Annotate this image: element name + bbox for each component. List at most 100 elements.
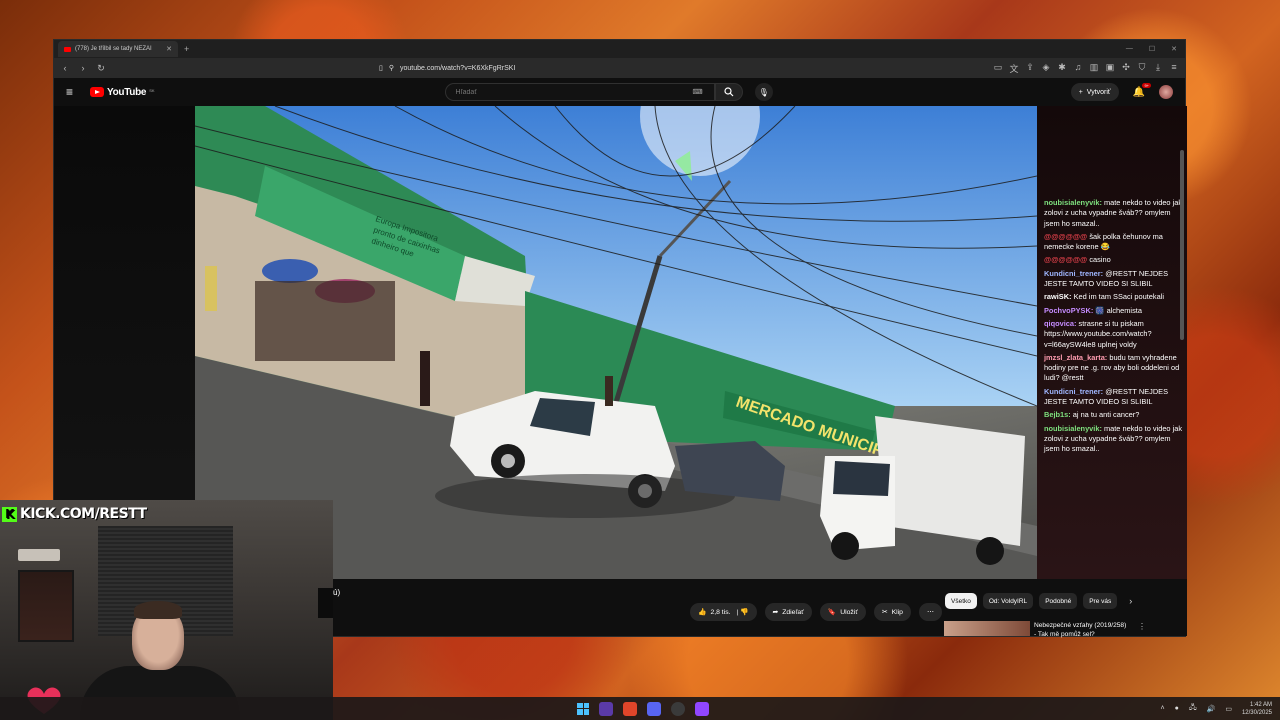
chat-username[interactable]: rawiSK:: [1044, 292, 1072, 301]
taskbar-apps: [577, 701, 709, 716]
chat-messages: noubisialenyvik: mate nekdo to video jak…: [1044, 198, 1184, 458]
bell-icon: 🔔: [1132, 86, 1145, 98]
notifications-button[interactable]: 🔔 9+: [1132, 82, 1151, 98]
voice-search-button[interactable]: 🎙: [754, 83, 773, 101]
kick-channel-tag: K KICK.COM/RESTT: [2, 506, 147, 522]
youtube-play-icon: [90, 87, 104, 97]
share-page-icon[interactable]: ⇪: [1025, 62, 1035, 75]
save-label: Uložiť: [840, 608, 858, 616]
chip-from-channel[interactable]: Od: VoldyIRL: [982, 593, 1034, 609]
wallet-icon[interactable]: ▣: [1105, 62, 1115, 75]
vpn-icon[interactable]: ⛉: [1137, 62, 1147, 75]
chat-text: 🎆 alchemista: [1095, 305, 1142, 315]
chat-username[interactable]: PochvoPYSK:: [1044, 306, 1093, 315]
browser-toolbar: ‹ › ↻ ▯ ⚲ youtube.com/watch?v=K6XkFgRrSK…: [54, 58, 1185, 78]
toolbar-extensions: ▭ 文 ⇪ ◈ ✱ ♫ ▥ ▣ ✣ ⛉ ⤓ ≡: [993, 62, 1179, 75]
chat-username[interactable]: noubisialenyvik:: [1044, 424, 1102, 433]
microphone-icon: 🎙: [758, 87, 769, 97]
close-window-icon[interactable]: ✕: [1171, 45, 1177, 53]
system-tray: ˄ ● 🖧 🔊 ▭ 1:42 AM 12/30/2025: [1160, 701, 1272, 717]
twitch-icon[interactable]: [695, 701, 709, 716]
scrollbar-thumb[interactable]: [1180, 150, 1184, 340]
chevron-right-icon[interactable]: ›: [1129, 596, 1132, 606]
recommendation-menu-icon[interactable]: ⋮: [1138, 622, 1146, 631]
media-icon[interactable]: ♫: [1073, 62, 1083, 75]
chat-username[interactable]: @@@@@@: [1044, 255, 1087, 264]
site-info-icon[interactable]: ⚲: [389, 64, 394, 72]
volume-icon[interactable]: 🔊: [1207, 705, 1216, 713]
save-button[interactable]: 🔖 Uložiť: [819, 603, 866, 621]
notification-badge: 9+: [1142, 82, 1151, 88]
address-bar[interactable]: ▯ ⚲ youtube.com/watch?v=K6XkFgRrSKI: [379, 61, 859, 75]
obs-icon[interactable]: [671, 701, 685, 716]
search-button[interactable]: [714, 83, 743, 101]
windows-start-icon[interactable]: [577, 702, 589, 715]
window-controls: — ☐ ✕: [1126, 45, 1185, 53]
minimize-icon[interactable]: —: [1126, 45, 1133, 53]
chat-message: @@@@@@ šak polka čehunov ma nemecke kore…: [1044, 232, 1184, 253]
brave-browser-icon[interactable]: [623, 701, 637, 716]
scissors-icon: ✂: [881, 609, 888, 616]
forward-icon[interactable]: ›: [78, 63, 88, 73]
new-tab-icon[interactable]: +: [184, 44, 189, 54]
clock-date: 12/30/2025: [1241, 709, 1272, 716]
chat-username[interactable]: Bejb1s:: [1044, 410, 1071, 419]
close-tab-icon[interactable]: ✕: [166, 45, 172, 53]
chat-message: noubisialenyvik: mate nekdo to video jak…: [1044, 424, 1184, 455]
chat-message: noubisialenyvik: mate nekdo to video jak…: [1044, 198, 1184, 229]
chat-username[interactable]: Kundicni_trener:: [1044, 387, 1103, 396]
browser-menu-icon[interactable]: ≡: [1169, 62, 1179, 75]
create-button[interactable]: + Vytvoriť: [1070, 83, 1119, 101]
extension-icon[interactable]: ✱: [1057, 62, 1067, 75]
like-button[interactable]: 👍 2,8 tis. | 👎: [690, 603, 757, 621]
chat-username[interactable]: @@@@@@: [1044, 232, 1087, 241]
sidebar-icon[interactable]: ▥: [1089, 62, 1099, 75]
taskbar-app-icon[interactable]: [599, 701, 613, 716]
chat-username[interactable]: Kundicni_trener:: [1044, 269, 1103, 278]
clip-button[interactable]: ✂ Klip: [873, 603, 911, 621]
windows-taskbar: ˄ ● 🖧 🔊 ▭ 1:42 AM 12/30/2025: [0, 697, 1280, 720]
action-buttons: 👍 2,8 tis. | 👎 ➦ Zdieľať 🔖 Uložiť ✂ Klip: [690, 603, 942, 621]
puzzle-icon[interactable]: ✣: [1121, 62, 1131, 75]
hamburger-menu-icon[interactable]: ≡: [66, 85, 80, 99]
discord-icon[interactable]: [647, 701, 661, 716]
shield-icon[interactable]: ◈: [1041, 62, 1051, 75]
recommendation-title[interactable]: Nebezpečné vzťahy (2019/258) - Tak mě po…: [1034, 621, 1154, 639]
reload-icon[interactable]: ↻: [96, 63, 106, 74]
search-icon: [724, 87, 734, 97]
youtube-header: ≡ YouTube SK ⌨ 🎙 + Vytvoriť 🔔 9+: [54, 78, 1185, 106]
region-code: SK: [149, 87, 155, 93]
chat-message: qiqovica: strasne si tu piskam https://w…: [1044, 319, 1184, 350]
thumbs-down-icon[interactable]: | 👎: [735, 608, 748, 616]
bookmark-icon[interactable]: ▯: [379, 64, 383, 72]
streamer-hair: [134, 601, 182, 619]
recommendation-thumbnail[interactable]: [944, 621, 1030, 636]
share-button[interactable]: ➦ Zdieľať: [764, 603, 812, 621]
create-label: Vytvoriť: [1086, 88, 1111, 96]
chat-username[interactable]: qiqovica:: [1044, 319, 1076, 328]
browser-tab[interactable]: (778) Je třílbil se tady NEZAI ✕: [58, 41, 178, 57]
clock[interactable]: 1:42 AM 12/30/2025: [1242, 701, 1272, 717]
account-avatar[interactable]: [1159, 85, 1173, 99]
back-icon[interactable]: ‹: [60, 63, 70, 73]
kick-channel-label: KICK.COM/RESTT: [20, 506, 147, 522]
network-icon[interactable]: 🖧: [1189, 703, 1197, 714]
chip-related[interactable]: Podobné: [1039, 593, 1078, 609]
tray-chevron-icon[interactable]: ˄: [1160, 705, 1164, 712]
youtube-favicon-icon: [64, 46, 71, 52]
battery-icon[interactable]: ▭: [1225, 705, 1232, 713]
search-input[interactable]: [444, 83, 715, 101]
translate-icon[interactable]: 文: [1009, 62, 1019, 75]
youtube-wordmark: YouTube: [107, 86, 147, 98]
download-icon[interactable]: ⤓: [1153, 62, 1163, 75]
chat-username[interactable]: jmzsl_zlata_karta:: [1044, 353, 1107, 362]
chip-all[interactable]: Všetko: [945, 593, 977, 609]
keyboard-icon[interactable]: ⌨: [693, 88, 703, 96]
tray-app-icon[interactable]: ●: [1175, 705, 1179, 712]
chat-username[interactable]: noubisialenyvik:: [1044, 198, 1102, 207]
more-actions-button[interactable]: ⋯: [918, 603, 942, 621]
chip-for-you[interactable]: Pre vás: [1083, 593, 1118, 609]
cast-icon[interactable]: ▭: [993, 62, 1003, 75]
maximize-icon[interactable]: ☐: [1149, 45, 1155, 53]
youtube-logo[interactable]: YouTube SK: [90, 87, 155, 98]
